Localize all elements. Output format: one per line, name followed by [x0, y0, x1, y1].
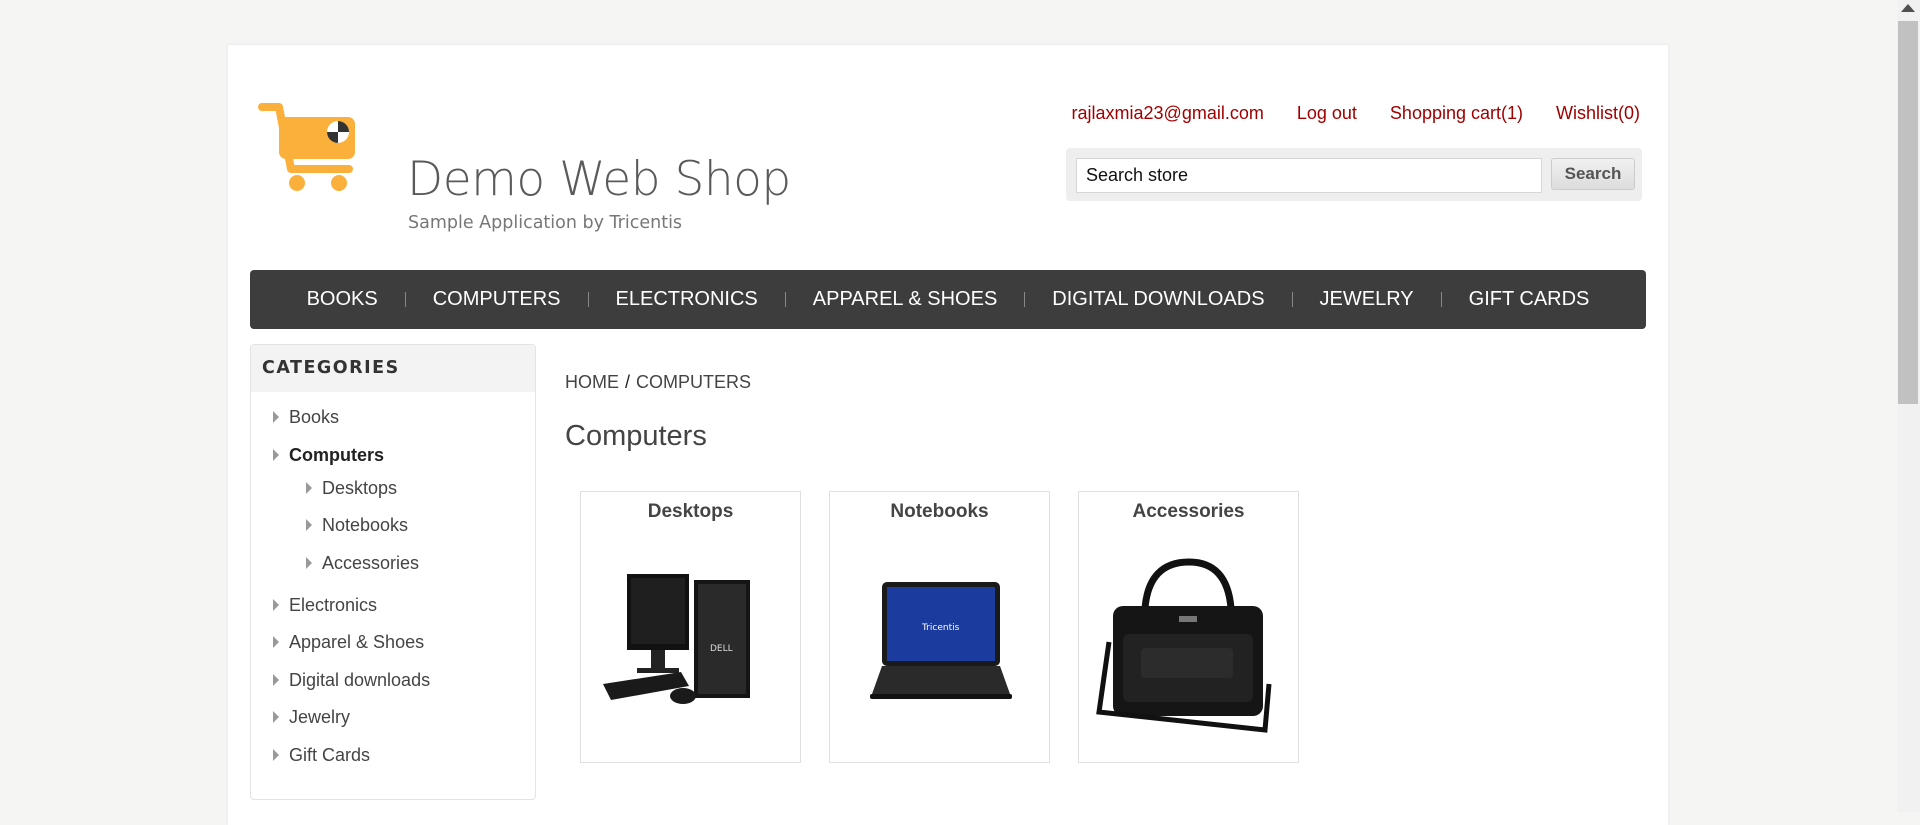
- category-label: Notebooks: [322, 515, 409, 535]
- laptop-image[interactable]: Tricentis: [840, 544, 1039, 739]
- subcategory-card-accessories[interactable]: Accessories: [1078, 491, 1299, 763]
- scrollbar-thumb[interactable]: [1898, 21, 1918, 404]
- account-link[interactable]: rajlaxmia23@gmail.com: [1072, 103, 1264, 124]
- category-label: Electronics: [289, 595, 378, 615]
- wishlist-link[interactable]: Wishlist(0): [1556, 103, 1640, 124]
- triangle-right-icon: [273, 599, 279, 612]
- category-gift-cards[interactable]: Gift Cards: [273, 745, 370, 766]
- search-input[interactable]: [1076, 158, 1542, 193]
- breadcrumb: HOME / COMPUTERS: [565, 372, 751, 393]
- page-title: Computers: [565, 420, 707, 452]
- subcategory-card-notebooks[interactable]: Notebooks Tricentis: [829, 491, 1050, 763]
- triangle-right-icon: [306, 519, 312, 532]
- category-label: Gift Cards: [289, 745, 371, 765]
- search-button[interactable]: Search: [1551, 158, 1635, 190]
- laptop-screen-text: Tricentis: [921, 623, 960, 633]
- category-computers[interactable]: Computers: [273, 445, 384, 466]
- shopping-cart-logo-icon: [258, 103, 355, 191]
- menu-item-electronics[interactable]: ELECTRONICS: [589, 288, 785, 311]
- category-label: Accessories: [322, 553, 420, 573]
- logo-subtitle: Sample Application by Tricentis: [408, 213, 683, 233]
- triangle-right-icon: [306, 482, 312, 495]
- triangle-right-icon: [273, 749, 279, 762]
- category-jewelry[interactable]: Jewelry: [273, 707, 350, 728]
- triangle-right-icon: [273, 449, 279, 462]
- category-accessories[interactable]: Accessories: [306, 553, 419, 574]
- menu-item-books[interactable]: BOOKS: [280, 288, 405, 311]
- subcategory-title[interactable]: Notebooks: [830, 501, 1049, 523]
- category-desktops[interactable]: Desktops: [306, 478, 397, 499]
- site-logo[interactable]: Demo Web Shop Sample Application by Tric…: [257, 99, 791, 239]
- menu-item-apparel-shoes[interactable]: APPAREL & SHOES: [786, 288, 1025, 311]
- triangle-right-icon: [273, 674, 279, 687]
- subcategory-title[interactable]: Accessories: [1079, 501, 1298, 523]
- logout-link[interactable]: Log out: [1297, 103, 1357, 124]
- category-label: Digital downloads: [289, 670, 431, 690]
- breadcrumb-home-link[interactable]: HOME: [565, 372, 619, 392]
- category-label: Jewelry: [289, 707, 351, 727]
- category-label: Books: [289, 407, 340, 427]
- menu-item-computers[interactable]: COMPUTERS: [406, 288, 588, 311]
- top-menu: BOOKS COMPUTERS ELECTRONICS APPAREL & SH…: [250, 270, 1646, 329]
- subcategory-card-desktops[interactable]: Desktops DELL: [580, 491, 801, 763]
- breadcrumb-separator: /: [625, 372, 631, 392]
- category-label: Desktops: [322, 478, 398, 498]
- laptop-bag-image[interactable]: [1089, 544, 1288, 739]
- triangle-right-icon: [306, 557, 312, 570]
- category-label: Apparel & Shoes: [289, 632, 425, 652]
- shopping-cart-link[interactable]: Shopping cart(1): [1390, 103, 1523, 124]
- categories-block: CATEGORIES Books Computers Desktops Note…: [250, 344, 536, 800]
- breadcrumb-current: COMPUTERS: [636, 372, 752, 392]
- scroll-up-arrow-icon[interactable]: [1901, 4, 1915, 12]
- category-digital-downloads[interactable]: Digital downloads: [273, 670, 430, 691]
- category-label: Computers: [289, 445, 385, 465]
- triangle-right-icon: [273, 411, 279, 424]
- triangle-right-icon: [273, 711, 279, 724]
- menu-item-digital-downloads[interactable]: DIGITAL DOWNLOADS: [1025, 288, 1291, 311]
- search-box: Search: [1066, 148, 1642, 201]
- menu-item-jewelry[interactable]: JEWELRY: [1293, 288, 1441, 311]
- category-apparel-shoes[interactable]: Apparel & Shoes: [273, 632, 424, 653]
- menu-item-gift-cards[interactable]: GIFT CARDS: [1442, 288, 1617, 311]
- triangle-right-icon: [273, 636, 279, 649]
- category-notebooks[interactable]: Notebooks: [306, 515, 408, 536]
- logo-title: Demo Web Shop: [407, 152, 791, 207]
- category-books[interactable]: Books: [273, 407, 339, 428]
- categories-title: CATEGORIES: [251, 345, 535, 392]
- desktop-computer-image[interactable]: DELL: [591, 544, 790, 739]
- svg-text:DELL: DELL: [710, 644, 733, 654]
- header-links: rajlaxmia23@gmail.com Log out Shopping c…: [1072, 103, 1640, 124]
- page-container: Demo Web Shop Sample Application by Tric…: [228, 45, 1668, 825]
- category-electronics[interactable]: Electronics: [273, 595, 377, 616]
- subcategory-title[interactable]: Desktops: [581, 501, 800, 523]
